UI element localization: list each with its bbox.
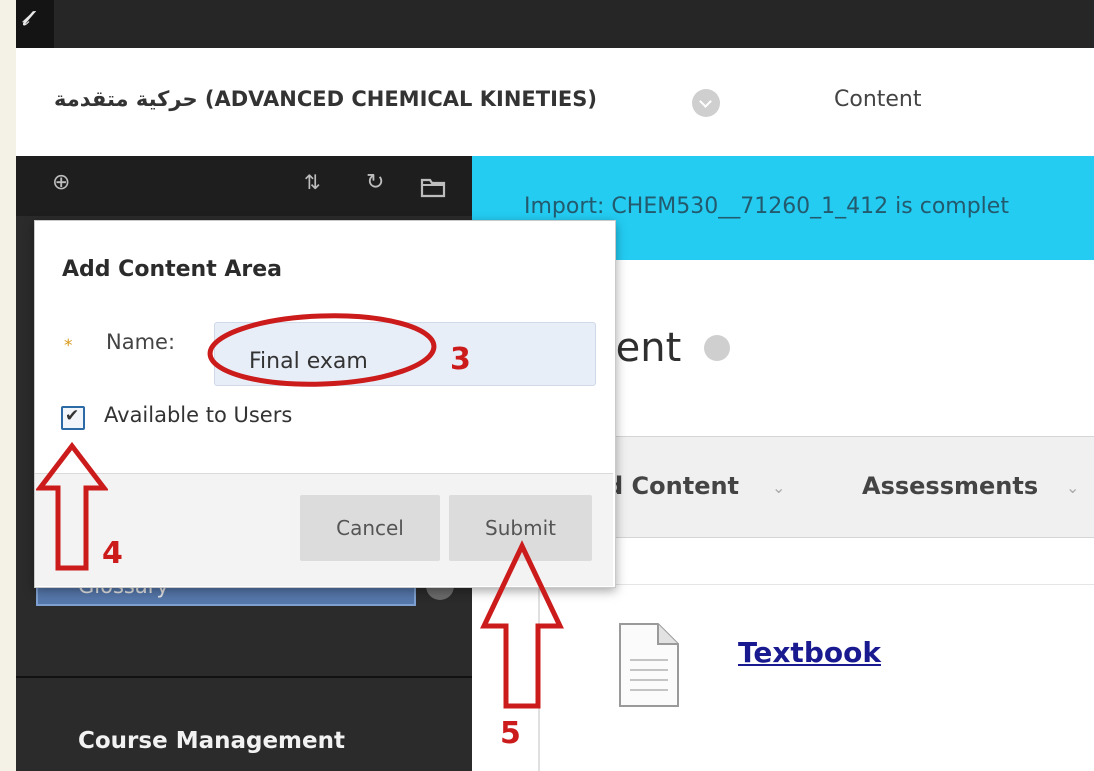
course-management-heading[interactable]: Course Management <box>78 728 345 754</box>
annotation-ellipse <box>204 308 444 398</box>
name-label: Name: <box>106 330 176 354</box>
receipt-message: Import: CHEM530__71260_1_412 is complet <box>524 194 1009 219</box>
annotation-step-3: 3 <box>450 342 471 377</box>
annotation-step-4: 4 <box>102 536 123 571</box>
course-menu-chevron-icon[interactable] <box>692 89 720 117</box>
cancel-button[interactable]: Cancel <box>300 495 440 561</box>
dialog-title: Add Content Area <box>62 257 283 282</box>
refresh-icon[interactable]: ↻ <box>366 170 384 195</box>
annotation-step-5: 5 <box>500 716 521 751</box>
required-star-icon: * <box>64 336 73 356</box>
course-title[interactable]: حركية متقدمة (ADVANCED CHEMICAL KINETIES… <box>54 87 597 111</box>
folder-icon[interactable] <box>420 176 446 202</box>
chevron-down-icon[interactable]: ⌄ <box>1066 478 1079 497</box>
sidebar-toolbar <box>16 156 472 216</box>
available-to-users-checkbox[interactable] <box>61 406 85 430</box>
content-list-divider <box>540 584 1094 585</box>
add-menu-item-icon[interactable]: ⊕ <box>52 170 70 195</box>
page-title-chevron-icon[interactable] <box>704 335 730 361</box>
sort-icon[interactable]: ⇅ <box>304 170 321 194</box>
document-icon <box>614 620 684 714</box>
annotation-arrow-up-icon <box>478 540 566 716</box>
breadcrumb-content[interactable]: Content <box>834 87 922 112</box>
content-item-link[interactable]: Textbook <box>738 636 881 669</box>
sidebar-divider <box>16 676 472 678</box>
available-to-users-label[interactable]: Available to Users <box>104 403 292 427</box>
build-content-menu[interactable]: d Content <box>606 472 739 500</box>
assessments-menu[interactable]: Assessments <box>862 472 1038 500</box>
link-icon[interactable]: 𝓁 <box>22 6 29 30</box>
chevron-down-icon[interactable]: ⌄ <box>772 478 785 497</box>
top-bar <box>16 0 1094 48</box>
annotation-arrow-up-icon <box>34 441 110 576</box>
